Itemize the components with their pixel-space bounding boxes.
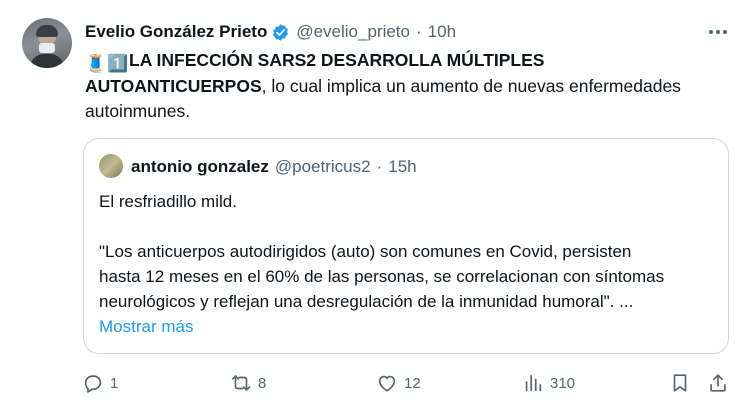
tweet-timestamp[interactable]: 10h bbox=[428, 22, 456, 42]
quoted-author-handle: @poetricus2 bbox=[274, 157, 371, 176]
reply-button[interactable]: 1 bbox=[82, 368, 118, 398]
quoted-text-line: El resfriadillo mild. bbox=[99, 192, 237, 211]
views-count: 310 bbox=[550, 374, 576, 392]
dot bbox=[723, 30, 727, 34]
retweet-count: 8 bbox=[258, 374, 267, 392]
header-separator: · bbox=[415, 22, 422, 41]
quoted-text-line: neurológicos y reflejan una desregulació… bbox=[99, 292, 634, 311]
like-count: 12 bbox=[404, 374, 421, 392]
retweet-icon bbox=[231, 375, 251, 391]
quoted-author-avatar bbox=[99, 154, 123, 178]
share-icon bbox=[710, 374, 726, 392]
dot bbox=[716, 30, 720, 34]
author-name[interactable]: Evelio González Prieto bbox=[85, 22, 267, 42]
tweet-bold-text: AUTOANTICUERPOS bbox=[85, 76, 262, 96]
verified-badge-icon bbox=[271, 23, 290, 42]
avatar-body bbox=[30, 54, 64, 68]
more-options-icon[interactable] bbox=[706, 21, 730, 43]
tweet[interactable]: Evelio González Prieto @evelio_prieto · … bbox=[0, 0, 752, 414]
like-button[interactable]: 12 bbox=[376, 368, 421, 398]
quoted-author-name: antonio gonzalez bbox=[131, 157, 269, 176]
tweet-text: 🧵1️⃣LA INFECCIÓN SARS2 DESARROLLA MÚLTIP… bbox=[85, 48, 735, 124]
action-bar: 1 8 12 310 bbox=[0, 368, 752, 398]
quoted-tweet-header: antonio gonzalez @poetricus2 · 15h bbox=[131, 156, 417, 178]
avatar-mask bbox=[39, 43, 55, 53]
keycap-one-icon: 1️⃣ bbox=[107, 54, 129, 73]
reply-icon bbox=[84, 375, 102, 393]
retweet-button[interactable]: 8 bbox=[230, 368, 266, 398]
tweet-text-line: AUTOANTICUERPOS, lo cual implica un aume… bbox=[85, 74, 735, 99]
bookmark-icon bbox=[673, 374, 687, 392]
reply-count: 1 bbox=[110, 374, 119, 392]
views-button[interactable]: 310 bbox=[522, 368, 575, 398]
show-more-link[interactable]: Mostrar más bbox=[99, 314, 719, 339]
bookmark-button[interactable] bbox=[669, 368, 691, 398]
tweet-text-line: autoinmunes. bbox=[85, 101, 191, 121]
quoted-header-separator: · bbox=[376, 157, 383, 176]
author-handle[interactable]: @evelio_prieto bbox=[296, 22, 410, 42]
heart-icon bbox=[378, 375, 396, 392]
author-avatar[interactable] bbox=[22, 18, 72, 68]
thread-spool-icon: 🧵 bbox=[85, 54, 107, 73]
tweet-bold-text: LA INFECCIÓN SARS2 DESARROLLA MÚLTIPLES bbox=[129, 50, 545, 70]
views-chart-icon bbox=[525, 374, 542, 392]
tweet-plain-text: , lo cual implica un aumento de nuevas e… bbox=[261, 76, 681, 96]
quoted-text-line: "Los anticuerpos autodirigidos (auto) so… bbox=[99, 242, 632, 261]
quoted-text-line: hasta 12 meses en el 60% de las personas… bbox=[99, 267, 665, 286]
quoted-tweet[interactable]: antonio gonzalez @poetricus2 · 15h El re… bbox=[83, 138, 729, 354]
quoted-tweet-timestamp: 15h bbox=[388, 157, 417, 176]
share-button[interactable] bbox=[707, 368, 729, 398]
dot bbox=[709, 30, 713, 34]
tweet-text-line: 🧵1️⃣LA INFECCIÓN SARS2 DESARROLLA MÚLTIP… bbox=[85, 48, 735, 74]
avatar-cap bbox=[36, 25, 58, 37]
tweet-header: Evelio González Prieto @evelio_prieto · … bbox=[85, 21, 456, 43]
quoted-tweet-text: El resfriadillo mild. "Los anticuerpos a… bbox=[99, 189, 719, 339]
